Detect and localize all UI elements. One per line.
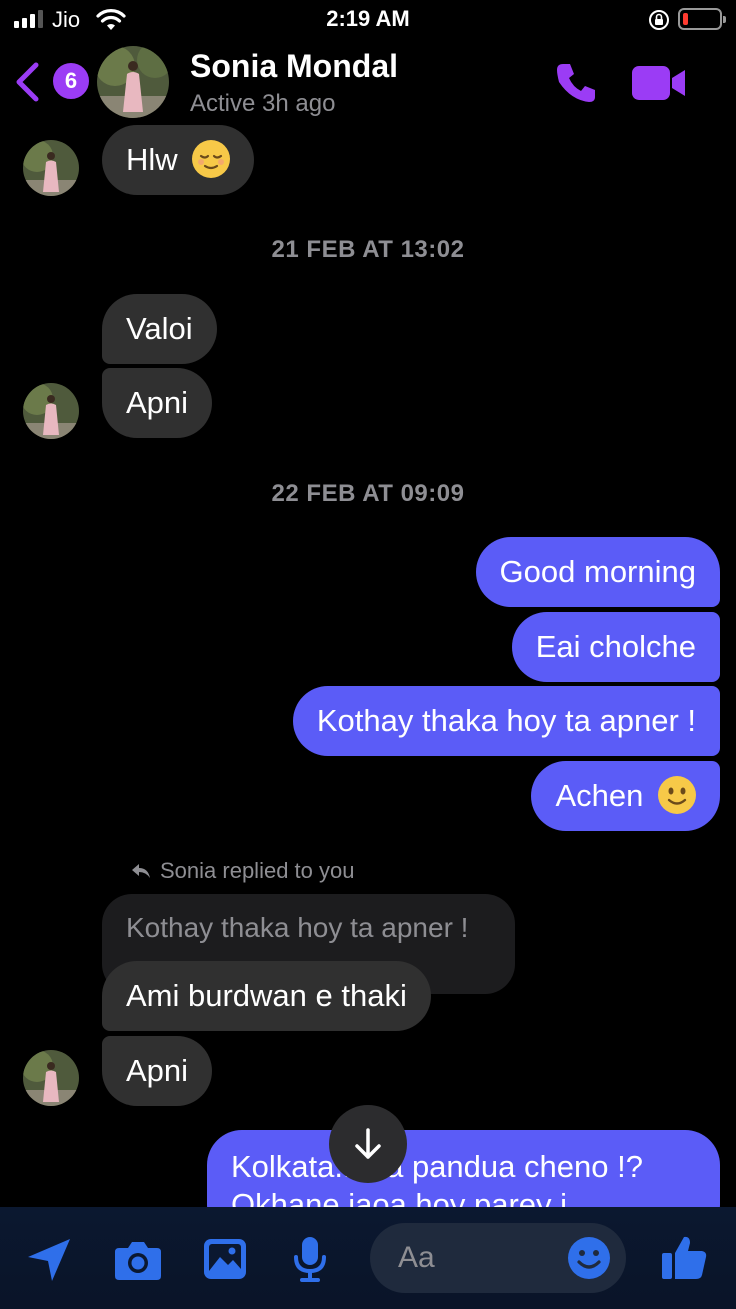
back-chevron-icon bbox=[16, 62, 39, 102]
sender-avatar[interactable] bbox=[23, 383, 79, 439]
rotation-lock-icon bbox=[649, 10, 669, 30]
slightly-smiling-face-emoji-icon bbox=[658, 775, 696, 814]
reply-indicator: Sonia replied to you bbox=[130, 858, 354, 884]
contact-avatar[interactable] bbox=[97, 46, 169, 118]
camera-icon[interactable] bbox=[113, 1239, 163, 1281]
contact-active-status: Active 3h ago bbox=[190, 90, 336, 117]
unread-badge: 6 bbox=[48, 58, 94, 104]
status-time: 2:19 AM bbox=[326, 6, 410, 31]
reply-arrow-icon bbox=[132, 864, 150, 878]
outgoing-message[interactable]: Eai cholche bbox=[511, 612, 720, 682]
quoted-text: Kothay thaka hoy ta apner ! bbox=[126, 912, 469, 943]
date-separator: 21 FEB AT 13:02 bbox=[271, 236, 465, 263]
incoming-message[interactable]: Ami burdwan e thaki bbox=[102, 961, 431, 1031]
back-button[interactable]: 6 bbox=[14, 58, 94, 104]
status-bar: Jio 2:19 AM bbox=[0, 0, 736, 40]
microphone-icon[interactable] bbox=[292, 1235, 328, 1283]
location-arrow-icon[interactable] bbox=[26, 1237, 72, 1283]
outgoing-message[interactable]: Achen bbox=[531, 761, 720, 831]
conversation-header: 6 Sonia Mondal Active 3h ago bbox=[0, 40, 736, 126]
avatar-photo bbox=[23, 1050, 79, 1106]
message-composer bbox=[0, 1207, 736, 1309]
video-camera-icon[interactable] bbox=[632, 66, 686, 100]
message-text: Eai cholche bbox=[535, 629, 696, 664]
outgoing-message[interactable]: Good morning bbox=[475, 537, 720, 607]
message-text: Good morning bbox=[499, 554, 696, 589]
sender-avatar[interactable] bbox=[23, 140, 79, 196]
message-text: Achen bbox=[555, 778, 644, 813]
incoming-message[interactable]: Apni bbox=[102, 1036, 213, 1106]
contact-name[interactable]: Sonia Mondal bbox=[190, 48, 398, 85]
message-input-box[interactable] bbox=[370, 1223, 626, 1293]
phone-icon[interactable] bbox=[553, 60, 599, 106]
message-text: Apni bbox=[126, 1053, 189, 1088]
incoming-message[interactable]: Apni bbox=[102, 368, 213, 438]
message-input[interactable] bbox=[398, 1237, 558, 1279]
message-text: Kolkata... na pandua cheno !? bbox=[231, 1149, 643, 1184]
smiley-icon[interactable] bbox=[566, 1235, 612, 1281]
avatar-photo bbox=[23, 383, 79, 439]
message-text: Kothay thaka hoy ta apner ! bbox=[316, 703, 696, 738]
message-text: Hlw bbox=[126, 142, 178, 177]
message-text: Ami burdwan e thaki bbox=[126, 978, 407, 1013]
battery-icon bbox=[678, 8, 726, 30]
incoming-message[interactable]: Valoi bbox=[102, 294, 217, 364]
date-separator: 22 FEB AT 09:09 bbox=[271, 480, 465, 507]
reply-label-text: Sonia replied to you bbox=[160, 858, 355, 883]
message-text: Valoi bbox=[126, 311, 193, 346]
incoming-message[interactable]: Hlw bbox=[102, 125, 255, 195]
message-text: Apni bbox=[126, 385, 189, 420]
sender-avatar[interactable] bbox=[23, 1050, 79, 1106]
scroll-to-bottom-button[interactable] bbox=[329, 1105, 407, 1183]
thumbs-up-icon[interactable] bbox=[660, 1233, 708, 1281]
arrow-down-icon bbox=[355, 1128, 381, 1159]
avatar-photo bbox=[23, 140, 79, 196]
relieved-face-emoji-icon bbox=[192, 139, 231, 178]
avatar-photo bbox=[97, 46, 169, 118]
image-icon[interactable] bbox=[202, 1237, 248, 1281]
outgoing-message[interactable]: Kothay thaka hoy ta apner ! bbox=[292, 686, 720, 756]
